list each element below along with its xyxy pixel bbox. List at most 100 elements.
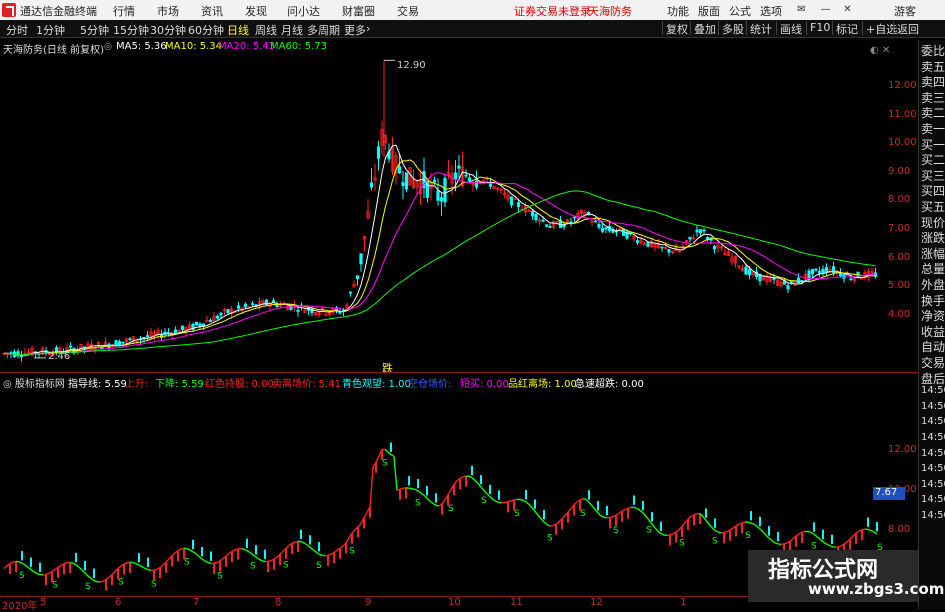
minimize-icon[interactable]: — xyxy=(820,4,831,15)
side-item[interactable]: 14:50 xyxy=(921,448,945,459)
zoom-icon[interactable]: ◐ ✕ xyxy=(870,45,890,56)
menu-function[interactable]: 功能 xyxy=(667,3,689,19)
period-5min[interactable]: 5分钟 xyxy=(80,22,109,38)
s-marker: S xyxy=(712,537,718,547)
side-item[interactable]: 换手 xyxy=(921,292,945,309)
side-item[interactable]: 卖五 xyxy=(921,58,945,75)
menu-news[interactable]: 资讯 xyxy=(201,3,223,19)
side-item[interactable]: 卖二 xyxy=(921,104,945,121)
period-monthly[interactable]: 月线 xyxy=(281,22,303,38)
period-multi[interactable]: 多周期 xyxy=(307,22,340,38)
side-item[interactable]: 收益 xyxy=(921,323,945,340)
menu-quotes[interactable]: 行情 xyxy=(113,3,135,19)
candle-body xyxy=(605,228,607,229)
message-icon[interactable]: ✉ xyxy=(796,4,807,15)
side-item[interactable]: 涨幅 xyxy=(921,245,945,262)
guide-line-segment xyxy=(328,554,331,555)
watermark: 指标公式网 www.zbgs3.com xyxy=(748,550,918,602)
period-60min[interactable]: 60分钟 xyxy=(188,22,224,38)
candle-body xyxy=(122,342,124,343)
guide-line-segment xyxy=(34,572,37,574)
f10-button[interactable]: F10 xyxy=(806,21,830,35)
draw-button[interactable]: 画线 xyxy=(776,21,802,35)
side-item[interactable]: 14:50 xyxy=(921,463,945,474)
side-item[interactable]: 自动 xyxy=(921,338,945,355)
side-item[interactable]: 现价 xyxy=(921,214,945,231)
guide-line-segment xyxy=(400,488,403,489)
guide-line-segment xyxy=(670,534,673,535)
menu-formula[interactable]: 公式 xyxy=(729,3,751,19)
guide-line-segment xyxy=(280,551,283,554)
candle-body xyxy=(850,279,852,280)
multi-stock-button[interactable]: 多股 xyxy=(718,21,744,35)
side-item[interactable]: 外盘 xyxy=(921,276,945,293)
menu-wealth[interactable]: 财富圈 xyxy=(342,3,375,19)
side-item[interactable]: 卖三 xyxy=(921,89,945,106)
guide-line-segment xyxy=(58,565,61,567)
overlay-button[interactable]: 叠加 xyxy=(690,21,716,35)
side-item[interactable]: 盘后 xyxy=(921,370,945,387)
candle-body xyxy=(696,230,698,232)
side-item[interactable]: 14:50 xyxy=(921,416,945,427)
candlestick-chart[interactable] xyxy=(0,54,918,372)
side-item[interactable]: 买二 xyxy=(921,151,945,168)
candle-body xyxy=(549,226,551,227)
guide-line-segment xyxy=(196,554,199,557)
side-item[interactable]: 交易 xyxy=(921,354,945,371)
side-item[interactable]: 净资 xyxy=(921,307,945,324)
guide-line-segment xyxy=(556,522,559,524)
menu-trade[interactable]: 交易 xyxy=(397,3,419,19)
guide-line-segment xyxy=(589,502,592,505)
side-item[interactable]: 14:50 xyxy=(921,494,945,505)
side-item[interactable]: 卖一 xyxy=(921,120,945,137)
guide-line-segment xyxy=(817,537,820,540)
side-item[interactable]: 买三 xyxy=(921,167,945,184)
period-30min[interactable]: 30分钟 xyxy=(150,22,186,38)
back-button[interactable]: 返回 xyxy=(893,21,919,35)
side-item[interactable]: 14:50 xyxy=(921,385,945,396)
guide-line-segment xyxy=(643,513,646,516)
period-15min[interactable]: 15分钟 xyxy=(113,22,149,38)
stats-button[interactable]: 统计 xyxy=(746,21,772,35)
guide-line-segment xyxy=(19,562,22,563)
guest-label[interactable]: 游客 xyxy=(894,3,916,19)
period-more[interactable]: 更多 xyxy=(344,22,366,38)
menu-assistant[interactable]: 问小达 xyxy=(287,3,320,19)
guide-line-segment xyxy=(70,563,73,564)
menu-discover[interactable]: 发现 xyxy=(245,3,267,19)
x-tick-label: 9 xyxy=(365,597,371,608)
period-weekly[interactable]: 周线 xyxy=(255,22,277,38)
guide-line-segment xyxy=(730,528,733,530)
add-favorite-button[interactable]: +自选 xyxy=(862,21,897,35)
side-item[interactable]: 买四 xyxy=(921,182,945,199)
side-item[interactable]: 14:50 xyxy=(921,401,945,412)
side-item[interactable]: 14:50 xyxy=(921,479,945,490)
guide-line-segment xyxy=(826,544,829,545)
menu-layout[interactable]: 版面 xyxy=(698,3,720,19)
side-item[interactable]: 买一 xyxy=(921,136,945,153)
side-item[interactable]: 委比 xyxy=(921,42,945,59)
side-item[interactable]: 14:50 xyxy=(921,432,945,443)
s-marker: S xyxy=(613,526,619,536)
guide-line-segment xyxy=(418,491,421,493)
menu-options[interactable]: 选项 xyxy=(760,3,782,19)
side-item[interactable]: 买五 xyxy=(921,198,945,215)
period-daily[interactable]: 日线 xyxy=(227,22,249,38)
adjust-button[interactable]: 复权 xyxy=(662,21,688,35)
settings-icon[interactable]: ◎ xyxy=(104,42,112,52)
mark-button[interactable]: 标记 xyxy=(832,21,858,35)
menu-market[interactable]: 市场 xyxy=(157,3,179,19)
login-warning[interactable]: 证券交易未登录 xyxy=(514,3,591,19)
broker-name: 天海防务 xyxy=(588,3,632,19)
s-marker: S xyxy=(514,509,520,519)
period-tick[interactable]: 分时 xyxy=(6,22,28,38)
side-item[interactable]: 14:50 xyxy=(921,510,945,521)
close-icon[interactable]: ✕ xyxy=(842,4,853,15)
period-1min[interactable]: 1分钟 xyxy=(36,22,65,38)
side-item[interactable]: 涨跌 xyxy=(921,229,945,246)
side-item[interactable]: 总量 xyxy=(921,260,945,277)
guide-line-segment xyxy=(208,563,211,564)
more-chevron-icon[interactable]: › xyxy=(366,22,370,35)
guide-line-segment xyxy=(844,542,847,544)
side-item[interactable]: 卖四 xyxy=(921,73,945,90)
